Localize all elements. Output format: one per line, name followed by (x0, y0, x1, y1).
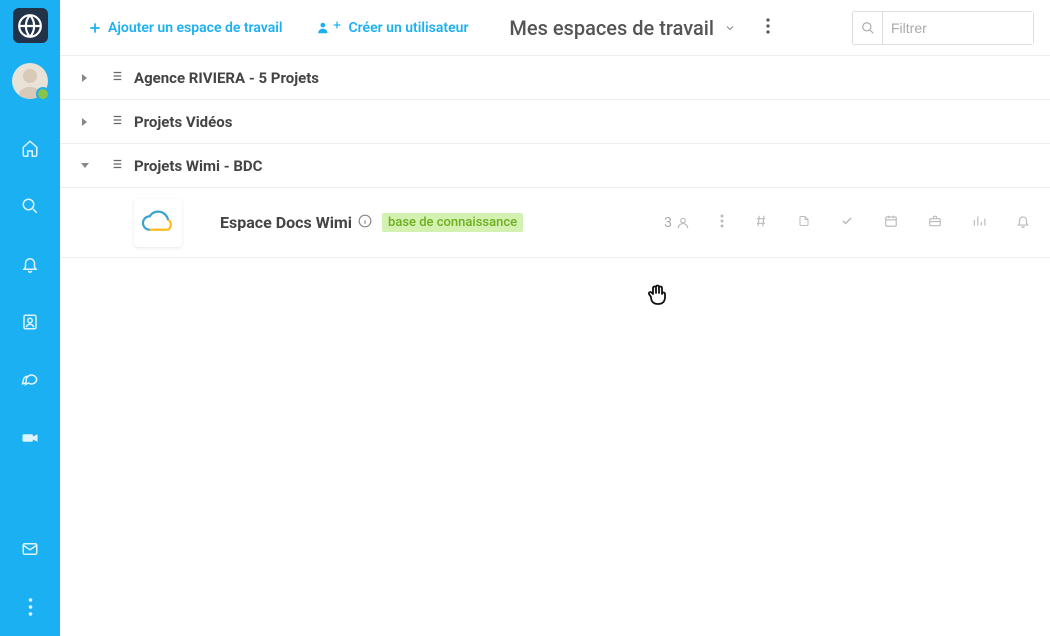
add-workspace-button[interactable]: Ajouter un espace de travail (88, 20, 282, 36)
main-area: Ajouter un espace de travail Créer un ut… (60, 0, 1050, 636)
list-icon (108, 157, 124, 175)
mail-icon[interactable] (21, 540, 39, 558)
document-icon[interactable] (798, 214, 810, 232)
chat-icon[interactable] (20, 371, 40, 389)
list-icon (108, 113, 124, 131)
home-icon[interactable] (21, 139, 39, 157)
hash-icon[interactable] (754, 214, 768, 232)
workspace-row[interactable]: Espace Docs Wimi base de connaissance 3 (60, 188, 1050, 258)
search-icon[interactable] (21, 197, 39, 215)
briefcase-icon[interactable] (928, 214, 942, 232)
bell-icon[interactable] (21, 255, 39, 273)
create-user-label: Créer un utilisateur (348, 20, 468, 36)
check-icon[interactable] (840, 215, 854, 231)
filter-search-icon (853, 12, 883, 44)
caret-right-icon[interactable] (76, 117, 94, 127)
group-label: Projets Wimi - BDC (134, 157, 262, 175)
info-icon[interactable] (358, 214, 372, 232)
chart-icon[interactable] (972, 214, 986, 232)
group-label: Projets Vidéos (134, 113, 232, 131)
app-logo[interactable] (13, 8, 48, 43)
contacts-icon[interactable] (21, 313, 39, 331)
caret-down-icon[interactable] (76, 162, 94, 170)
filter-input[interactable] (883, 12, 1033, 44)
workspace-logo (134, 199, 182, 247)
bell-icon[interactable] (1016, 214, 1030, 232)
workspace-actions: 3 (664, 214, 1030, 232)
workspace-title: Espace Docs Wimi (220, 213, 352, 232)
workspace-tag[interactable]: base de connaissance (382, 213, 523, 232)
group-row[interactable]: Agence RIVIERA - 5 Projets (60, 56, 1050, 100)
group-row[interactable]: Projets Vidéos (60, 100, 1050, 144)
group-row[interactable]: Projets Wimi - BDC (60, 144, 1050, 188)
calendar-icon[interactable] (884, 214, 898, 232)
workspace-dropdown[interactable]: Mes espaces de travail (509, 16, 736, 40)
user-icon (676, 216, 690, 230)
workspace-dropdown-label: Mes espaces de travail (509, 16, 714, 40)
caret-right-icon[interactable] (76, 73, 94, 83)
create-user-button[interactable]: Créer un utilisateur (316, 20, 468, 36)
group-label: Agence RIVIERA - 5 Projets (134, 69, 319, 87)
chevron-down-icon (724, 22, 736, 34)
workspace-more-icon[interactable] (720, 214, 724, 232)
user-avatar[interactable] (12, 63, 48, 99)
topbar: Ajouter un espace de travail Créer un ut… (60, 0, 1050, 56)
list-icon (108, 69, 124, 87)
add-workspace-label: Ajouter un espace de travail (108, 20, 282, 36)
topbar-more-icon[interactable] (758, 18, 778, 38)
member-count[interactable]: 3 (664, 215, 690, 231)
filter-box (852, 11, 1034, 45)
sidebar (0, 0, 60, 636)
more-vertical-icon[interactable] (28, 598, 33, 616)
video-icon[interactable] (21, 429, 39, 447)
